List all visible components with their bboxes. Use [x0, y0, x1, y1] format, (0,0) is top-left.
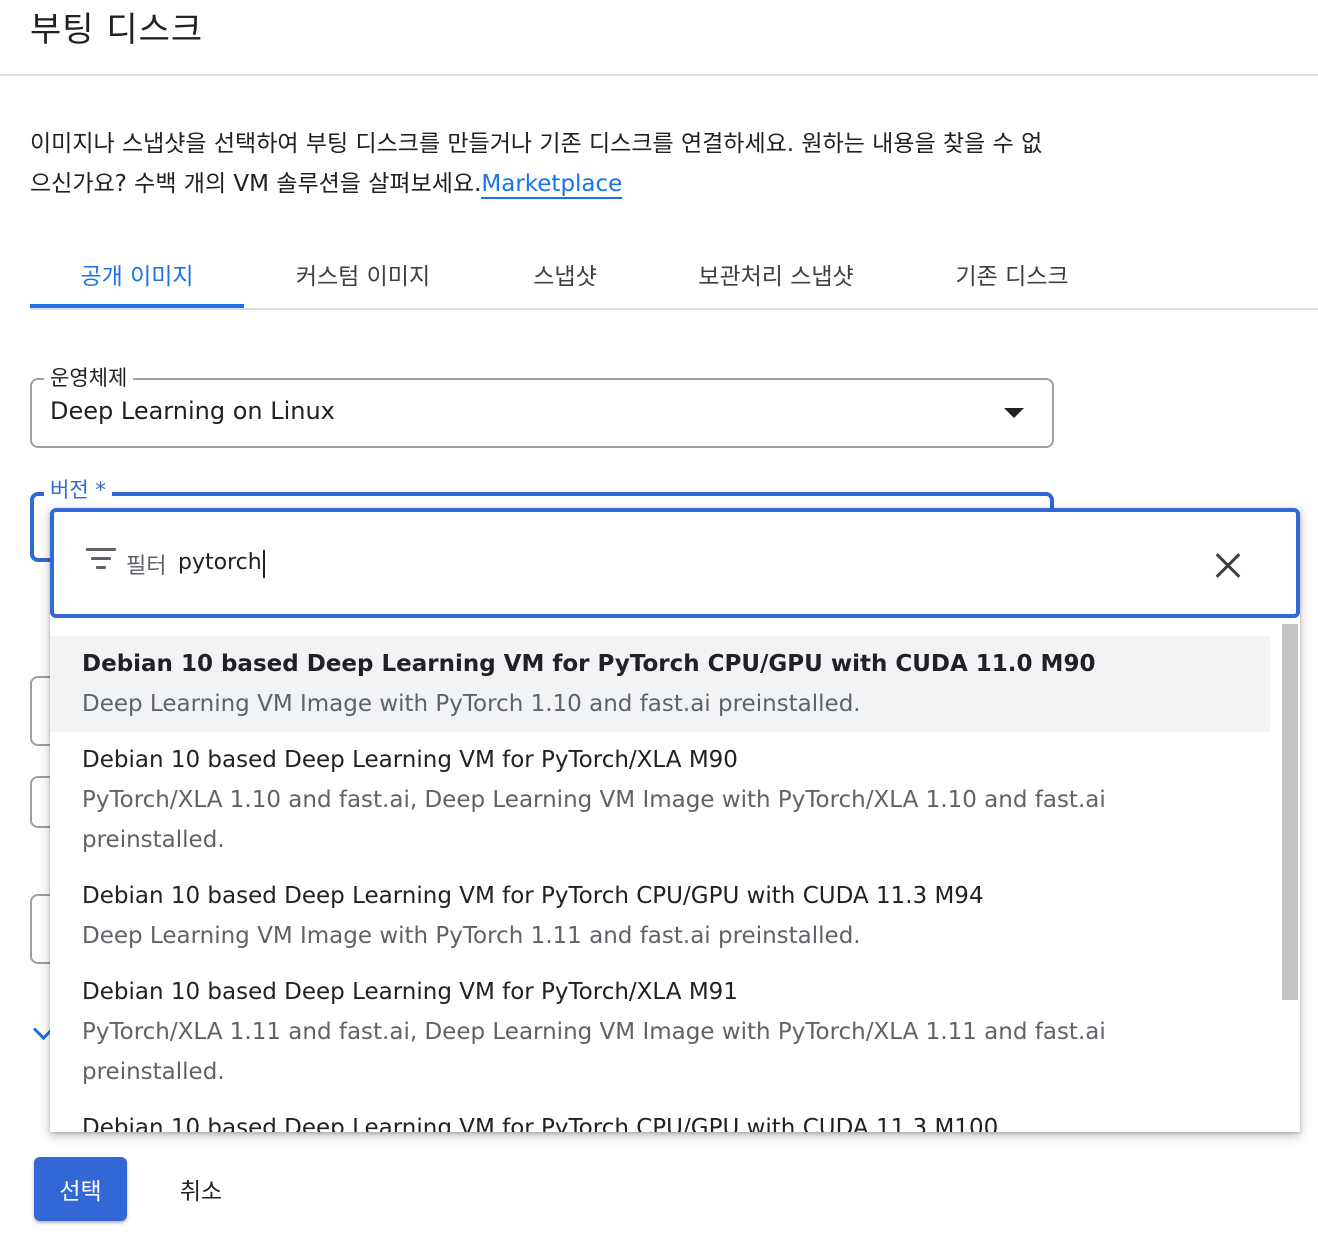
- select-button[interactable]: 선택: [34, 1157, 127, 1221]
- version-select-label: 버전 *: [44, 474, 112, 504]
- option-title: Debian 10 based Deep Learning VM for PyT…: [82, 651, 1096, 677]
- option-title: Debian 10 based Deep Learning VM for PyT…: [82, 747, 738, 773]
- text-cursor: [263, 550, 265, 578]
- option-title: Debian 10 based Deep Learning VM for PyT…: [82, 979, 738, 1005]
- os-select-label: 운영체제: [44, 362, 134, 392]
- option-title: Debian 10 based Deep Learning VM for PyT…: [82, 1115, 999, 1132]
- option-description: Deep Learning VM Image with PyTorch 1.11…: [82, 923, 861, 949]
- cancel-button[interactable]: 취소: [152, 1157, 250, 1221]
- tab-snapshots[interactable]: 스냅샷: [500, 240, 630, 308]
- version-dropdown-panel: 필터 pytorch Debian 10 based Deep Learning…: [50, 508, 1300, 1132]
- list-item[interactable]: Debian 10 based Deep Learning VM for PyT…: [50, 876, 1270, 956]
- dropdown-arrow-icon: [1004, 408, 1024, 418]
- tab-custom-images[interactable]: 커스텀 이미지: [270, 240, 456, 308]
- boot-disk-page: 부팅 디스크 이미지나 스냅샷을 선택하여 부팅 디스크를 만들거나 기존 디스…: [0, 0, 1318, 1234]
- filter-icon: [86, 548, 116, 574]
- option-description: PyTorch/XLA 1.10 and fast.ai, Deep Learn…: [82, 787, 1106, 853]
- os-select-value: Deep Learning on Linux: [50, 397, 335, 425]
- title-divider: [0, 74, 1318, 76]
- option-description: PyTorch/XLA 1.11 and fast.ai, Deep Learn…: [82, 1019, 1106, 1085]
- list-item[interactable]: Debian 10 based Deep Learning VM for PyT…: [50, 1108, 1270, 1132]
- intro-text: 이미지나 스냅샷을 선택하여 부팅 디스크를 만들거나 기존 디스크를 연결하세…: [30, 124, 1050, 204]
- list-item[interactable]: Debian 10 based Deep Learning VM for PyT…: [50, 740, 1270, 860]
- tab-public-images[interactable]: 공개 이미지: [30, 240, 244, 308]
- list-item[interactable]: Debian 10 based Deep Learning VM for PyT…: [50, 636, 1270, 732]
- os-select[interactable]: 운영체제 Deep Learning on Linux: [30, 362, 1054, 448]
- filter-box[interactable]: 필터 pytorch: [50, 508, 1300, 618]
- page-title: 부팅 디스크: [30, 10, 204, 50]
- scrollbar-thumb[interactable]: [1282, 624, 1298, 1000]
- filter-input[interactable]: pytorch: [178, 550, 1078, 575]
- tab-existing-disks[interactable]: 기존 디스크: [930, 240, 1094, 308]
- tabs-divider: [30, 308, 1318, 310]
- close-icon[interactable]: [1214, 552, 1242, 580]
- option-title: Debian 10 based Deep Learning VM for PyT…: [82, 883, 984, 909]
- tab-archive-snapshots[interactable]: 보관처리 스냅샷: [680, 240, 872, 308]
- marketplace-link[interactable]: Marketplace: [481, 171, 623, 199]
- filter-label: 필터: [126, 554, 167, 579]
- option-description: Deep Learning VM Image with PyTorch 1.10…: [82, 691, 861, 717]
- list-item[interactable]: Debian 10 based Deep Learning VM for PyT…: [50, 972, 1270, 1092]
